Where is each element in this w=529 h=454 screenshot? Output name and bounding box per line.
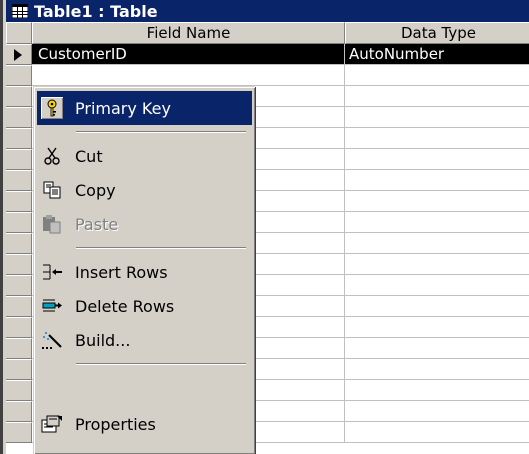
row-selector-header[interactable] [6,22,32,44]
menu-item-cut[interactable]: Cut [37,139,252,173]
menu-item-label: Cut [75,146,103,166]
row-selector[interactable] [6,380,32,401]
field-name-cell[interactable] [32,65,345,86]
data-type-cell[interactable]: AutoNumber [345,44,529,65]
menu-item-label: Copy [75,180,116,200]
menu-item-label: Build... [75,330,131,350]
data-type-cell[interactable] [345,233,529,254]
row-selector[interactable] [6,86,32,107]
row-selector[interactable] [6,296,32,317]
data-type-cell[interactable] [345,65,529,86]
data-type-cell[interactable] [345,254,529,275]
context-menu: Primary Key Cut Copy Paste Insert Rows D… [33,86,255,454]
menu-item-build[interactable]: Build... [37,323,252,357]
row-selector[interactable] [6,170,32,191]
field-name-cell[interactable]: CustomerID [32,44,345,65]
data-type-cell[interactable] [345,170,529,191]
menu-separator [76,363,246,365]
menu-separator [76,131,246,133]
key-icon [41,97,63,119]
data-type-cell[interactable] [345,128,529,149]
menu-item-properties[interactable]: Properties [37,407,252,441]
row-selector[interactable] [6,65,32,86]
menu-item-delete-rows[interactable]: Delete Rows [37,289,252,323]
data-type-cell[interactable] [345,401,529,422]
data-type-cell[interactable] [345,338,529,359]
row-selector[interactable] [6,191,32,212]
table-row[interactable]: CustomerID AutoNumber [6,44,529,65]
delete-rows-icon [41,295,63,317]
data-type-cell[interactable] [345,422,529,443]
row-selector[interactable] [6,254,32,275]
row-selector[interactable] [6,338,32,359]
current-row-arrow-icon [14,49,22,61]
row-selector[interactable] [6,128,32,149]
menu-item-paste[interactable]: Paste [37,207,252,241]
column-header-data-type[interactable]: Data Type [345,22,529,44]
table-row[interactable] [6,65,529,86]
menu-item-label: Paste [75,214,119,234]
scissors-icon [41,145,63,167]
data-type-cell[interactable] [345,107,529,128]
copy-icon [41,179,63,201]
menu-item-label: Primary Key [75,98,171,118]
table-icon [12,4,28,18]
menu-item-copy[interactable]: Copy [37,173,252,207]
data-type-cell[interactable] [345,317,529,338]
table-design-window: Table1 : Table Field Name Data Type Cust… [0,0,529,454]
row-selector[interactable] [6,212,32,233]
row-selector[interactable] [6,275,32,296]
row-selector[interactable] [6,107,32,128]
row-selector[interactable] [6,149,32,170]
data-type-cell[interactable] [345,191,529,212]
data-type-cell[interactable] [345,296,529,317]
data-type-cell[interactable] [345,149,529,170]
row-selector[interactable] [6,233,32,254]
menu-item-label: Delete Rows [75,296,175,316]
properties-icon [41,413,63,435]
data-type-cell[interactable] [345,275,529,296]
row-selector[interactable] [6,317,32,338]
paste-icon [41,213,63,235]
data-type-cell[interactable] [345,212,529,233]
menu-item-label: Properties [75,414,156,434]
menu-separator [76,247,246,249]
menu-item-label: Insert Rows [75,262,168,282]
menu-item-insert-rows[interactable]: Insert Rows [37,255,252,289]
row-selector[interactable] [6,44,32,65]
data-type-cell[interactable] [345,86,529,107]
insert-rows-icon [41,261,63,283]
row-selector[interactable] [6,401,32,422]
column-header-field-name[interactable]: Field Name [32,22,345,44]
build-wand-icon [41,329,63,351]
row-selector[interactable] [6,422,32,443]
data-type-cell[interactable] [345,359,529,380]
menu-item-primary-key[interactable]: Primary Key [37,91,252,125]
window-title: Table1 : Table [34,1,158,21]
row-selector[interactable] [6,359,32,380]
title-bar[interactable]: Table1 : Table [6,0,529,22]
data-type-cell[interactable] [345,380,529,401]
